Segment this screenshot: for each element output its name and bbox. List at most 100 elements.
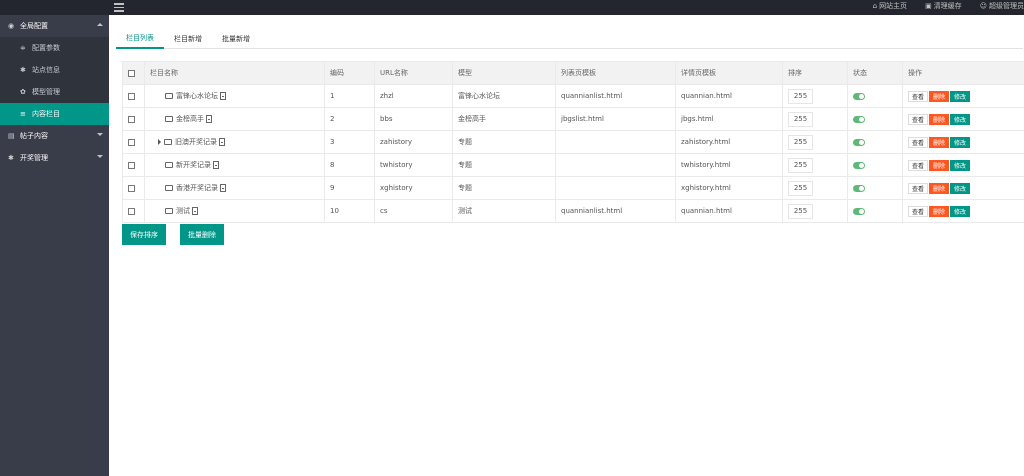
sidebar-item-content-columns[interactable]: ≡ 内容栏目 [0,103,109,125]
edit-button[interactable]: 修改 [950,182,971,194]
table-header-row: 栏目名称 编码 URL名称 模型 列表页模板 详情页模板 排序 状态 操作 [122,61,1024,85]
header-actions: 操作 [902,61,1024,85]
expand-caret-icon[interactable] [158,139,161,145]
table-row: 香港开奖记录 9 xghistory 专题 xghistory.html 255… [122,176,1024,200]
row-name: 测试 [176,207,190,215]
delete-button[interactable]: 删除 [929,136,950,148]
tab-column-add[interactable]: 栏目新增 [164,29,212,49]
row-detail-template: quannian.html [675,84,783,108]
row-model: 金榜高手 [452,107,556,131]
sidebar-group-global-config[interactable]: ◉ 全局配置 [0,15,109,37]
tab-batch-add[interactable]: 批量新增 [212,29,260,49]
row-checkbox[interactable] [128,184,135,192]
sidebar-item-label: 内容栏目 [32,110,60,118]
row-name: 香港开奖记录 [176,184,218,192]
view-button[interactable]: 查看 [908,136,929,148]
row-checkbox[interactable] [128,207,135,215]
edit-button[interactable]: 修改 [950,113,971,125]
save-sort-button[interactable]: 保存排序 [122,224,166,245]
header-status: 状态 [847,61,903,85]
row-code: 3 [324,130,375,154]
table-row: 新开奖记录 8 twhistory 专题 twhistory.html 255 … [122,153,1024,177]
table-row: 旧澳开奖记录 3 zahistory 专题 zahistory.html 255… [122,130,1024,154]
sort-input[interactable]: 255 [788,134,813,150]
status-toggle[interactable] [853,92,865,100]
row-list-template: quannianlist.html [555,199,676,223]
row-code: 9 [324,176,375,200]
delete-button[interactable]: 删除 [929,113,950,125]
row-checkbox[interactable] [128,138,135,146]
sidebar-item-config-params[interactable]: ≑ 配置参数 [0,37,109,59]
document-icon[interactable] [219,138,225,146]
delete-button[interactable]: 删除 [929,182,950,194]
status-toggle[interactable] [853,115,865,123]
row-code: 10 [324,199,375,223]
select-all-cell[interactable] [122,61,145,85]
clear-cache-link[interactable]: ▣ 清理缓存 [925,1,962,11]
row-code: 2 [324,107,375,131]
menu-toggle-icon[interactable] [113,1,125,12]
user-icon: ☺ [979,1,987,10]
view-button[interactable]: 查看 [908,182,929,194]
row-url: bbs [374,107,453,131]
document-icon[interactable] [213,161,219,169]
delete-button[interactable]: 删除 [929,90,950,102]
edit-button[interactable]: 修改 [950,90,971,102]
sidebar-group-label: 全局配置 [20,22,48,30]
row-detail-template: zahistory.html [675,130,783,154]
delete-button[interactable]: 删除 [929,159,950,171]
sidebar-item-site-info[interactable]: ✱ 站点信息 [0,59,109,81]
sidebar-group-post-content[interactable]: ▤ 帖子内容 [0,125,109,147]
edit-button[interactable]: 修改 [950,159,971,171]
select-all-checkbox[interactable] [128,69,135,77]
row-url: xghistory [374,176,453,200]
main-content: 栏目列表 栏目新增 批量新增 栏目名称 编码 URL名称 模型 列表页模板 详情… [109,15,1024,476]
list-icon: ≡ [20,109,26,118]
sort-input[interactable]: 255 [788,88,813,104]
column-table-wrapper: 栏目名称 编码 URL名称 模型 列表页模板 详情页模板 排序 状态 操作 富锋… [122,61,1024,223]
header-column-name: 栏目名称 [144,61,325,85]
sort-input[interactable]: 255 [788,180,813,196]
status-toggle[interactable] [853,138,865,146]
status-toggle[interactable] [853,184,865,192]
tab-column-list[interactable]: 栏目列表 [116,29,164,49]
status-toggle[interactable] [853,161,865,169]
document-icon[interactable] [220,184,226,192]
batch-delete-button[interactable]: 批量删除 [180,224,224,245]
sort-input[interactable]: 255 [788,203,813,219]
document-icon[interactable] [206,115,212,123]
sidebar-group-lottery-manage[interactable]: ✱ 开奖管理 [0,147,109,169]
header-url-name: URL名称 [374,61,453,85]
view-button[interactable]: 查看 [908,90,929,102]
sliders-icon: ≑ [20,43,26,52]
view-button[interactable]: 查看 [908,113,929,125]
view-button[interactable]: 查看 [908,159,929,171]
sidebar-item-model-manage[interactable]: ✿ 模型管理 [0,81,109,103]
user-menu[interactable]: ☺ 超级管理员 [980,1,1024,11]
row-checkbox[interactable] [128,161,135,169]
document-icon[interactable] [192,207,198,215]
row-name: 富锋心水论坛 [176,92,218,100]
row-checkbox[interactable] [128,92,135,100]
row-list-template [555,153,676,177]
sidebar: ◉ 全局配置 ≑ 配置参数 ✱ 站点信息 ✿ 模型管理 ≡ 内容栏目 ▤ 帖子内… [0,15,109,476]
sort-input[interactable]: 255 [788,157,813,173]
view-button[interactable]: 查看 [908,205,929,217]
document-icon[interactable] [220,92,226,100]
delete-button[interactable]: 删除 [929,205,950,217]
edit-button[interactable]: 修改 [950,136,971,148]
file-icon: ▤ [8,131,15,140]
row-detail-template: twhistory.html [675,153,783,177]
edit-button[interactable]: 修改 [950,205,971,217]
sidebar-item-label: 模型管理 [32,88,60,96]
row-model: 专题 [452,176,556,200]
row-checkbox[interactable] [128,115,135,123]
tab-bar: 栏目列表 栏目新增 批量新增 [116,29,1023,49]
header-model: 模型 [452,61,556,85]
status-toggle[interactable] [853,207,865,215]
sort-input[interactable]: 255 [788,111,813,127]
home-link[interactable]: ⌂ 网站主页 [873,1,907,11]
row-url: twhistory [374,153,453,177]
row-name: 新开奖记录 [176,161,211,169]
row-url: cs [374,199,453,223]
